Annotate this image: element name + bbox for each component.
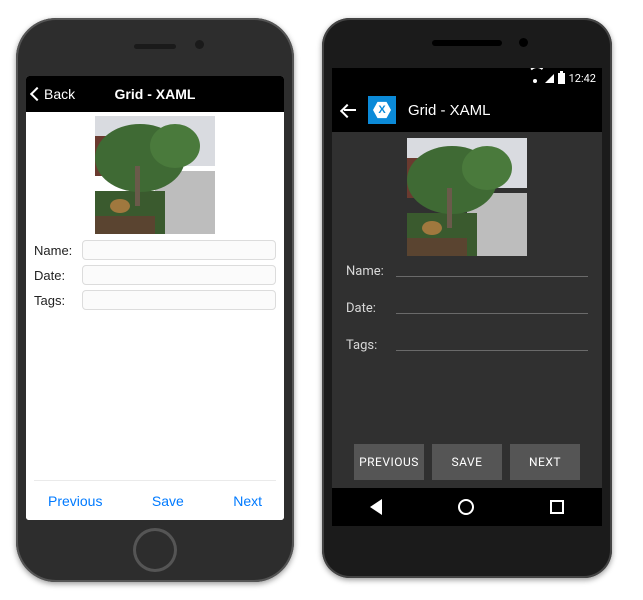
- cell-signal-icon: [545, 74, 554, 83]
- save-button[interactable]: SAVE: [432, 444, 502, 480]
- name-row: Name:: [34, 240, 276, 260]
- android-content: Name: Date: Tags: PREVIOUS SAVE: [332, 132, 602, 488]
- android-status-bar: 12:42: [332, 68, 602, 88]
- tags-input[interactable]: [396, 350, 588, 351]
- tags-row: Tags:: [34, 290, 276, 310]
- tags-label: Tags:: [34, 293, 78, 308]
- android-screen: 12:42 X Grid - XAML: [332, 68, 602, 526]
- ios-navigation-bar: Back Grid - XAML: [26, 76, 284, 112]
- date-row: Date:: [346, 301, 588, 316]
- back-arrow-icon[interactable]: [342, 103, 356, 117]
- android-footer: PREVIOUS SAVE NEXT: [346, 436, 588, 488]
- date-label: Date:: [34, 268, 78, 283]
- page-title: Grid - XAML: [115, 86, 196, 102]
- status-time: 12:42: [569, 72, 596, 85]
- date-input[interactable]: [82, 265, 276, 285]
- sys-back-icon[interactable]: [370, 499, 382, 515]
- tags-row: Tags:: [346, 338, 588, 353]
- name-input[interactable]: [396, 276, 588, 277]
- previous-button[interactable]: Previous: [48, 493, 102, 509]
- iphone-front-camera: [195, 40, 204, 49]
- xamarin-icon: X: [373, 101, 391, 119]
- sys-home-icon[interactable]: [458, 499, 474, 515]
- android-action-bar: X Grid - XAML: [332, 88, 602, 132]
- chevron-left-icon: [30, 87, 44, 101]
- date-label: Date:: [346, 301, 396, 316]
- form: Name: Date: Tags:: [34, 240, 276, 315]
- spacer: [34, 315, 276, 480]
- iphone-home-button[interactable]: [133, 528, 177, 572]
- android-front-camera: [519, 38, 528, 47]
- photo-container: [34, 116, 276, 234]
- previous-button[interactable]: PREVIOUS: [354, 444, 424, 480]
- page-title: Grid - XAML: [408, 102, 491, 119]
- name-label: Name:: [34, 243, 78, 258]
- name-input[interactable]: [82, 240, 276, 260]
- back-button[interactable]: Back: [32, 76, 75, 112]
- android-earpiece: [432, 40, 502, 46]
- sys-recents-icon[interactable]: [550, 500, 564, 514]
- ios-footer: Previous Save Next: [34, 480, 276, 520]
- save-button[interactable]: Save: [152, 493, 184, 509]
- date-row: Date:: [34, 265, 276, 285]
- photo-image: [95, 116, 215, 234]
- name-row: Name:: [346, 264, 588, 279]
- tags-input[interactable]: [82, 290, 276, 310]
- form: Name: Date: Tags:: [346, 264, 588, 375]
- battery-icon: [558, 73, 565, 84]
- iphone-device-frame: Back Grid - XAML: [16, 18, 294, 582]
- app-icon: X: [368, 96, 396, 124]
- photo-image: [407, 138, 527, 256]
- ios-content: Name: Date: Tags: Previous Save: [26, 112, 284, 520]
- back-label: Back: [44, 86, 75, 102]
- iphone-screen: Back Grid - XAML: [26, 76, 284, 520]
- tags-label: Tags:: [346, 338, 396, 353]
- next-button[interactable]: Next: [233, 493, 262, 509]
- android-device-frame: 12:42 X Grid - XAML: [322, 18, 612, 578]
- iphone-earpiece: [134, 44, 176, 49]
- name-label: Name:: [346, 264, 396, 279]
- next-button[interactable]: NEXT: [510, 444, 580, 480]
- wifi-icon: [529, 73, 541, 83]
- android-system-bar: [332, 488, 602, 526]
- spacer: [346, 375, 588, 436]
- photo-container: [346, 138, 588, 256]
- date-input[interactable]: [396, 313, 588, 314]
